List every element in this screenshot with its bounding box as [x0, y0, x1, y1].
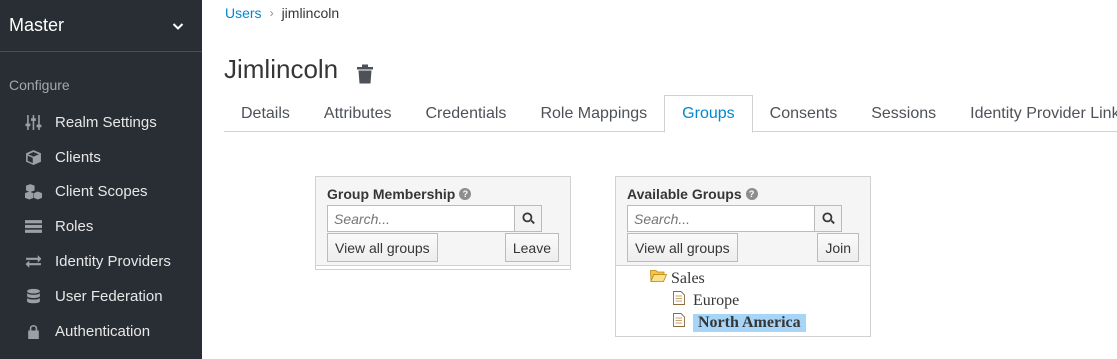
group-membership-panel: Group Membership ? View all groups Leave	[315, 176, 571, 270]
tab-attributes[interactable]: Attributes	[307, 95, 409, 132]
page-title-text: Jimlincoln	[224, 54, 339, 84]
sidebar-item-client-scopes[interactable]: Client Scopes	[0, 175, 202, 210]
search-icon	[521, 212, 535, 225]
breadcrumb-users-link[interactable]: Users	[225, 5, 262, 21]
search-button[interactable]	[515, 205, 542, 232]
group-membership-header: Group Membership ? View all groups Leave	[316, 177, 570, 266]
tree-node-label: Sales	[671, 269, 705, 287]
join-button[interactable]: Join	[817, 233, 859, 262]
group-membership-title-text: Group Membership	[327, 186, 456, 202]
search-icon	[821, 212, 835, 225]
chevron-down-icon	[172, 22, 184, 30]
available-groups-title: Available Groups ?	[627, 186, 758, 202]
breadcrumb-current: jimlincoln	[281, 5, 340, 21]
group-tree: Sales Europe North America	[616, 266, 870, 337]
realm-selector[interactable]: Master	[0, 0, 202, 52]
database-icon	[24, 287, 42, 305]
tab-sessions[interactable]: Sessions	[854, 95, 953, 132]
available-groups-search	[627, 205, 842, 232]
sidebar-item-authentication[interactable]: Authentication	[0, 314, 202, 349]
available-groups-header: Available Groups ? View all groups Join	[616, 177, 870, 266]
document-icon	[673, 313, 685, 332]
tab-bar: Details Attributes Credentials Role Mapp…	[224, 95, 1117, 133]
help-icon[interactable]: ?	[459, 188, 472, 200]
tree-node-label-selected: North America	[693, 313, 806, 332]
tree-node-north-america[interactable]: North America	[673, 313, 806, 332]
sidebar-item-clients[interactable]: Clients	[0, 140, 202, 175]
sidebar: Master Configure Realm Settings Clients …	[0, 0, 202, 359]
main-content: Users › jimlincoln Jimlincoln Details At…	[202, 0, 1117, 359]
group-membership-search-input[interactable]	[327, 205, 515, 232]
sidebar-item-label: Authentication	[55, 322, 151, 340]
help-icon[interactable]: ?	[745, 188, 758, 200]
sidebar-item-realm-settings[interactable]: Realm Settings	[0, 105, 202, 140]
cube-icon	[24, 148, 42, 166]
tab-groups[interactable]: Groups	[664, 95, 753, 133]
cubes-icon	[24, 183, 42, 201]
search-button[interactable]	[815, 205, 842, 232]
available-groups-search-input[interactable]	[627, 205, 815, 232]
chevron-right-icon: ›	[269, 6, 274, 20]
sidebar-item-label: User Federation	[55, 287, 163, 305]
sidebar-item-label: Clients	[55, 148, 101, 166]
view-all-groups-button[interactable]: View all groups	[327, 233, 438, 262]
group-membership-title: Group Membership ?	[327, 186, 472, 202]
sidebar-item-identity-providers[interactable]: Identity Providers	[0, 244, 202, 279]
realm-name: Master	[9, 15, 65, 35]
tab-identity-provider-links[interactable]: Identity Provider Links	[953, 95, 1117, 132]
folder-open-icon	[650, 269, 668, 288]
trash-icon[interactable]	[356, 60, 374, 83]
tab-consents[interactable]: Consents	[753, 95, 855, 132]
tree-node-sales[interactable]: Sales	[650, 269, 705, 288]
tab-details[interactable]: Details	[224, 95, 307, 132]
sidebar-item-label: Roles	[55, 218, 94, 236]
leave-button[interactable]: Leave	[504, 233, 559, 262]
sidebar-item-roles[interactable]: Roles	[0, 209, 202, 244]
sidebar-item-user-federation[interactable]: User Federation	[0, 279, 202, 314]
sidebar-item-label: Client Scopes	[55, 183, 148, 201]
sidebar-nav: Realm Settings Clients Client Scopes Rol…	[0, 105, 202, 349]
section-label-configure: Configure	[9, 77, 70, 93]
tab-role-mappings[interactable]: Role Mappings	[523, 95, 664, 132]
view-all-groups-button[interactable]: View all groups	[627, 233, 738, 262]
tab-credentials[interactable]: Credentials	[409, 95, 524, 132]
tree-node-europe[interactable]: Europe	[673, 291, 739, 310]
sliders-icon	[24, 113, 42, 131]
list-icon	[24, 218, 42, 236]
document-icon	[673, 291, 685, 310]
breadcrumb: Users › jimlincoln	[225, 5, 339, 21]
available-groups-panel: Available Groups ? View all groups Join …	[615, 176, 871, 337]
available-groups-title-text: Available Groups	[627, 186, 742, 202]
page-title: Jimlincoln	[224, 54, 374, 85]
lock-icon	[24, 322, 42, 340]
group-membership-search	[327, 205, 542, 232]
sidebar-item-label: Identity Providers	[55, 253, 171, 271]
tree-node-label: Europe	[693, 291, 740, 309]
exchange-icon	[24, 253, 42, 271]
sidebar-item-label: Realm Settings	[55, 113, 157, 131]
